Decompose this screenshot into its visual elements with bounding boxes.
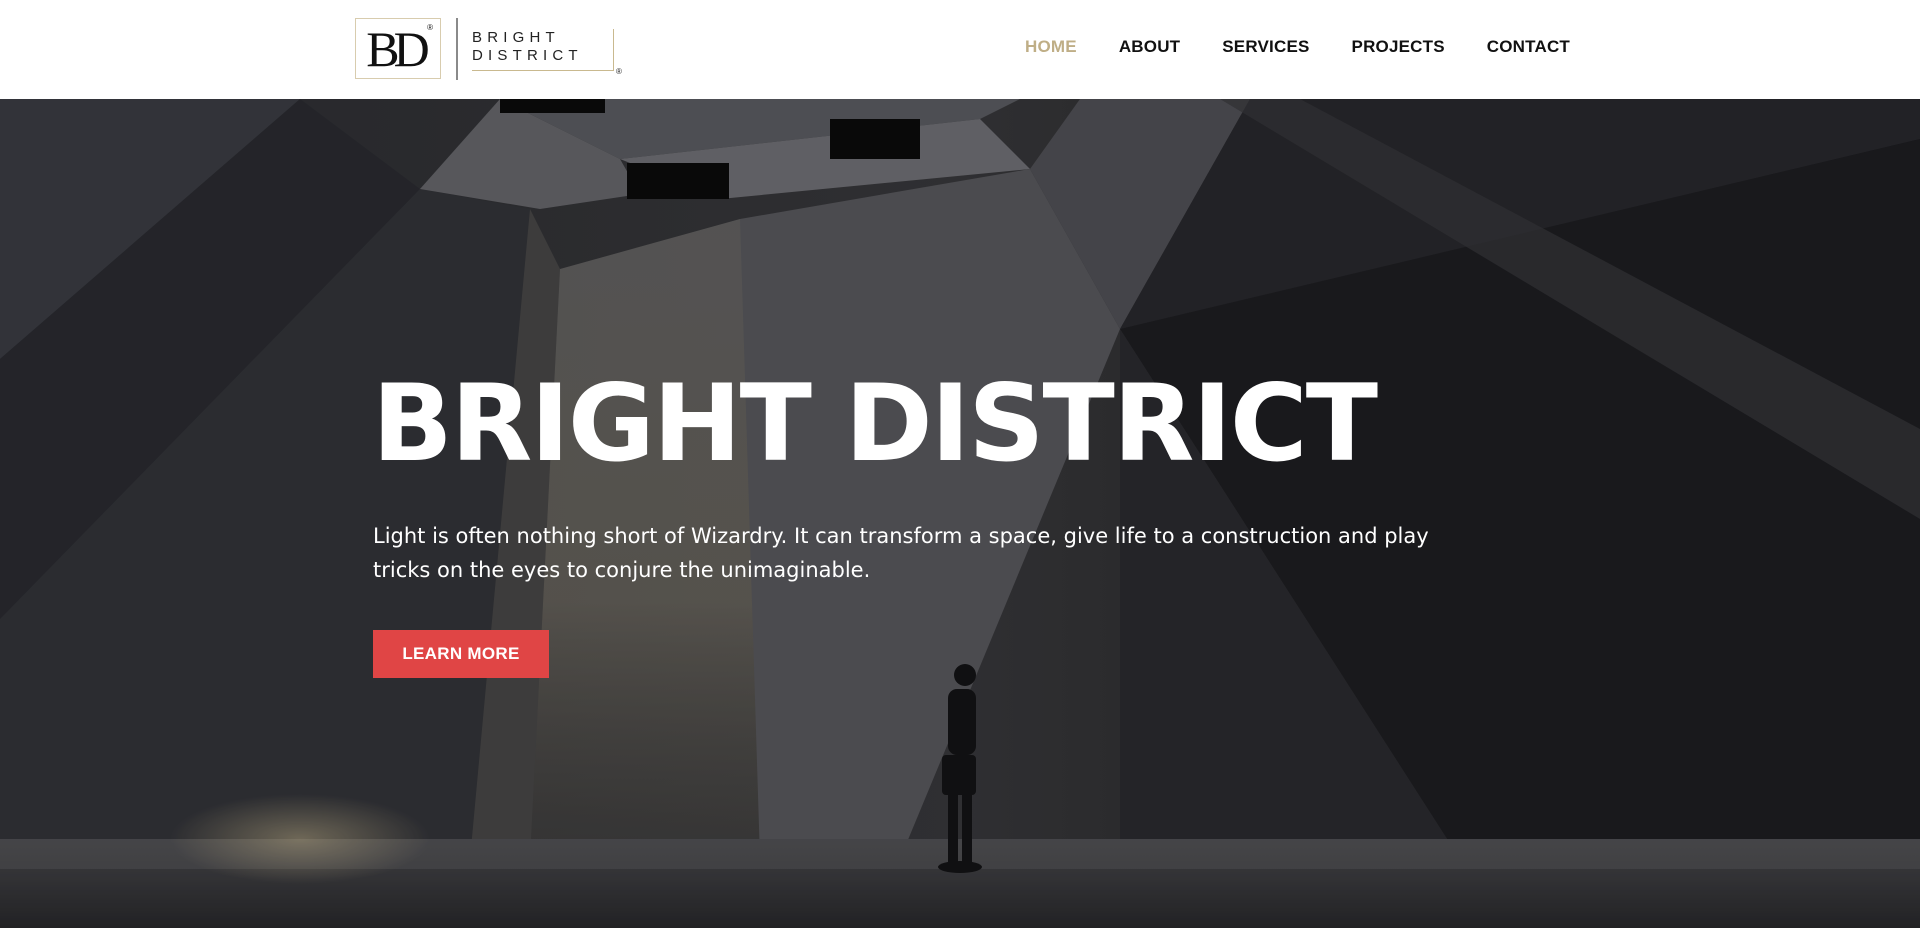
hero-description: Light is often nothing short of Wizardry… [373,524,1429,582]
nav-contact[interactable]: CONTACT [1487,37,1570,57]
nav-home[interactable]: HOME [1025,37,1077,57]
hero-section: BRIGHT DISTRICT Light is often nothing s… [0,99,1920,928]
registered-mark: ® [427,23,433,32]
logo-word-line1: BRIGHT [472,29,560,46]
site-header: BD ® BRIGHT DISTRICT ® HOME ABOUT SERVIC… [0,0,1920,99]
logo-divider [456,18,458,80]
nav-services[interactable]: SERVICES [1222,37,1309,57]
learn-more-button[interactable]: LEARN MORE [373,630,549,678]
hero-background-image [0,99,1920,928]
logo-wordmark: BRIGHT DISTRICT [472,29,614,71]
logo-monogram-text: BD [366,20,430,77]
logo-word-line2: DISTRICT [472,47,583,64]
hero-title: BRIGHT DISTRICT [372,362,1378,485]
main-nav: HOME ABOUT SERVICES PROJECTS CONTACT [1025,37,1570,57]
brand-logo[interactable]: BD ® BRIGHT DISTRICT ® [355,18,625,80]
registered-mark: ® [616,67,622,76]
nav-about[interactable]: ABOUT [1119,37,1180,57]
logo-monogram: BD ® [355,18,441,79]
nav-projects[interactable]: PROJECTS [1352,37,1445,57]
